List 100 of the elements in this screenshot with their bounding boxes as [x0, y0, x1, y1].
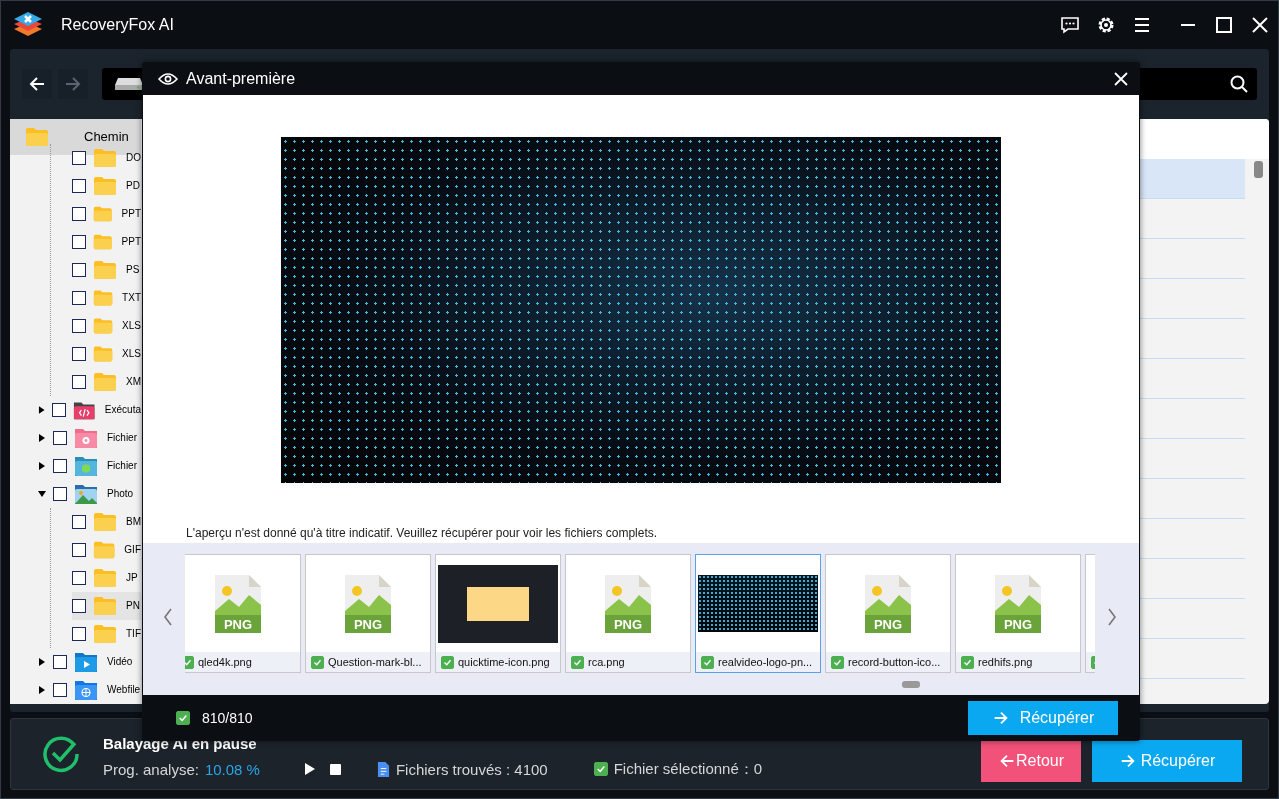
checkbox[interactable]: [72, 514, 86, 529]
checkbox[interactable]: [441, 655, 454, 669]
tree-item-label[interactable]: PS: [126, 264, 140, 276]
checkmark-icon: [178, 713, 188, 723]
tree-item-label[interactable]: Fichier: [107, 432, 137, 444]
checkbox[interactable]: [53, 654, 67, 669]
file-name: Question-mark-bl...: [328, 656, 422, 668]
folder-icon: [93, 343, 114, 364]
eye-icon: [158, 71, 178, 86]
file-name: rca.png: [588, 656, 625, 668]
stop-icon[interactable]: [329, 763, 341, 775]
checkmark-icon: [703, 657, 712, 667]
checkmark-icon: [573, 657, 582, 667]
checkbox[interactable]: [72, 206, 86, 221]
checkmark-icon: [595, 764, 606, 775]
checkbox[interactable]: [72, 178, 86, 193]
thumbnail-card[interactable]: PNG redhifs.png: [955, 554, 1081, 673]
png-file-icon: PNG: [213, 572, 263, 635]
expand-arrow-icon[interactable]: [38, 433, 46, 442]
checkbox[interactable]: [72, 346, 86, 361]
scrollbar-thumb[interactable]: [1254, 160, 1263, 178]
checkbox[interactable]: [72, 626, 86, 641]
tree-item-label[interactable]: PN: [126, 600, 140, 612]
tree-item-label[interactable]: Photo: [107, 488, 134, 500]
tree-item-label[interactable]: TXT: [122, 292, 141, 304]
close-icon[interactable]: [1114, 71, 1128, 86]
tree-item-label[interactable]: Webfile: [107, 684, 141, 696]
checkbox[interactable]: [53, 430, 67, 445]
tree-item-label[interactable]: PPT: [121, 236, 141, 248]
png-file-icon: PNG: [603, 572, 653, 635]
video-folder-icon: [74, 650, 98, 673]
checkbox[interactable]: [52, 402, 67, 417]
tree-item-label[interactable]: DO: [126, 152, 141, 164]
checkbox[interactable]: [311, 655, 324, 669]
collapse-arrow-icon[interactable]: [38, 489, 46, 498]
files-found-count: Fichiers trouvés : 4100: [395, 760, 548, 778]
tree-item-label[interactable]: XLS: [122, 320, 141, 332]
checkbox[interactable]: [571, 655, 584, 669]
selection-count: 810/810: [202, 710, 253, 726]
tree-item-label[interactable]: PD: [126, 180, 140, 192]
checkbox[interactable]: [53, 682, 67, 697]
folder-icon: [93, 623, 117, 644]
picture-folder-icon: [74, 482, 98, 505]
checkbox[interactable]: [72, 290, 86, 305]
checkbox[interactable]: [72, 374, 86, 389]
tree-item-label[interactable]: GIF: [124, 544, 141, 556]
tree-item-label[interactable]: Vidéo: [107, 656, 133, 668]
folder-icon: [93, 259, 117, 280]
tree-item-label[interactable]: TIF: [126, 628, 141, 640]
maximize-icon[interactable]: [1214, 14, 1234, 35]
checkbox[interactable]: [831, 655, 844, 669]
cube-folder-icon: [74, 454, 98, 477]
selected-files-count: Fichier sélectionné：0: [613, 759, 763, 779]
tree-item-label[interactable]: JP: [126, 572, 138, 584]
dialog-title: Avant-première: [186, 69, 296, 88]
thumbnail-card[interactable]: PNG record-button-ico...: [825, 554, 951, 673]
checkbox[interactable]: [72, 234, 86, 249]
thumbnail-card[interactable]: PNG Question-mark-bl...: [305, 554, 431, 673]
file-name: redhifs.png: [978, 656, 1033, 668]
expand-arrow-icon[interactable]: [38, 405, 46, 414]
tree-item-label[interactable]: XM: [126, 376, 141, 388]
play-icon[interactable]: [303, 762, 316, 777]
checkbox[interactable]: [53, 458, 67, 473]
checkbox[interactable]: [72, 570, 86, 585]
expand-arrow-icon[interactable]: [38, 461, 46, 470]
checkbox[interactable]: [72, 262, 86, 277]
back-button[interactable]: [22, 68, 52, 99]
checkbox[interactable]: [593, 762, 608, 777]
tree-item-label[interactable]: Fichier: [107, 460, 137, 472]
tree-item-label[interactable]: BM: [126, 516, 141, 528]
folder-icon: [93, 539, 116, 560]
file-name: realvideo-logo-pn...: [718, 656, 813, 668]
checkbox[interactable]: [176, 711, 190, 725]
thumbnail-card[interactable]: PNG rca.png: [565, 554, 691, 673]
tree-item-label[interactable]: PPT: [121, 208, 141, 220]
tree-item-label[interactable]: XLS: [122, 348, 141, 360]
png-file-icon: PNG: [993, 572, 1043, 635]
progress-value: 10.08 %: [204, 760, 260, 778]
checkbox[interactable]: [961, 655, 974, 669]
checkmark-icon: [443, 657, 452, 667]
scrollbar-thumb[interactable]: [902, 681, 920, 688]
expand-arrow-icon[interactable]: [38, 685, 46, 694]
checkbox[interactable]: [72, 318, 86, 333]
thumbnail-card[interactable]: quicktime-icon.png: [435, 554, 561, 673]
checkbox[interactable]: [72, 598, 86, 613]
drive-icon: [114, 75, 144, 92]
checkbox[interactable]: [72, 542, 86, 557]
folder-icon: [93, 371, 117, 392]
close-icon[interactable]: [1250, 14, 1270, 35]
thumbnail-card[interactable]: PNG qled4k.png: [185, 554, 301, 673]
expand-arrow-icon[interactable]: [38, 657, 46, 666]
progress-label: Prog. analyse:: [103, 760, 199, 778]
checkbox[interactable]: [53, 486, 67, 501]
gear-folder-icon: [74, 426, 98, 449]
chat-icon[interactable]: [1060, 14, 1080, 35]
tree-item-label[interactable]: Exécuta: [104, 404, 141, 416]
search-icon[interactable]: [1229, 73, 1249, 94]
checkbox[interactable]: [701, 655, 714, 669]
thumbnail-card[interactable]: realvideo-logo-pn...: [695, 554, 821, 673]
checkbox[interactable]: [185, 655, 194, 669]
